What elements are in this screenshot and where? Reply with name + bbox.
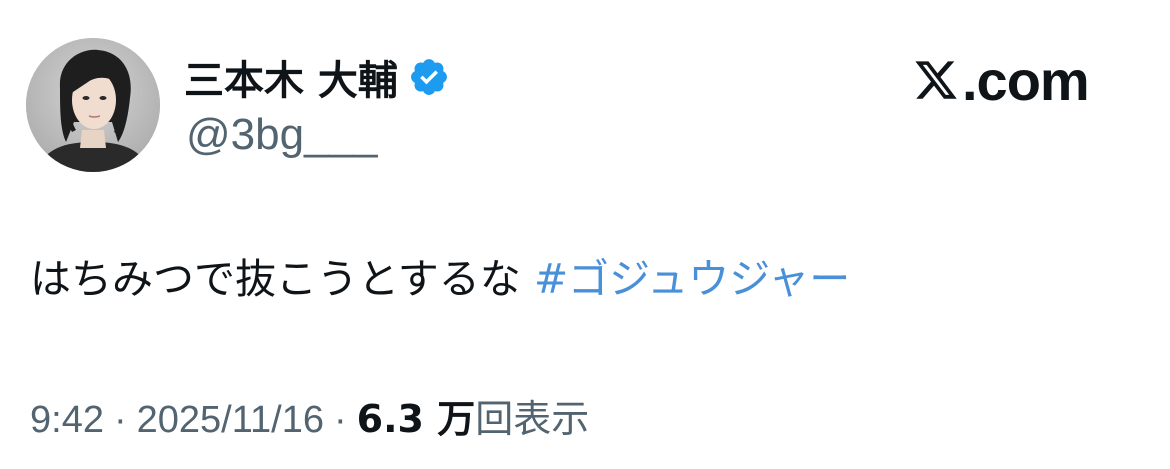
author-name-row[interactable]: 三本木 大輔 <box>184 48 450 106</box>
tweet-meta: 9:42 · 2025/11/16 · 6.3 万 回表示 <box>30 388 589 443</box>
tweet-text: はちみつで抜こうとするな #ゴジュウジャー <box>30 244 850 314</box>
author-display-name[interactable]: 三本木 大輔 <box>184 48 398 106</box>
avatar[interactable] <box>26 38 160 172</box>
tweet-card: 三本木 大輔 @3bg___ .com はちみつで抜こうとするな #ゴジュウジャ… <box>0 0 1170 469</box>
tweet-date[interactable]: 2025/11/16 <box>137 399 324 442</box>
views-label: 回表示 <box>475 397 590 441</box>
x-logo-icon <box>912 57 960 103</box>
verified-badge-icon <box>408 56 450 98</box>
hashtag-link[interactable]: #ゴジュウジャー <box>534 255 850 303</box>
tweet-body: はちみつで抜こうとするな <box>30 255 534 303</box>
meta-separator: · <box>334 399 347 441</box>
profile-photo <box>26 38 160 172</box>
meta-separator: · <box>113 399 127 441</box>
domain-suffix: .com <box>962 48 1090 112</box>
tweet-time[interactable]: 9:42 <box>30 399 104 442</box>
view-count: 6.3 万 <box>356 397 476 441</box>
author-handle[interactable]: @3bg___ <box>186 110 378 160</box>
x-com-logo[interactable]: .com <box>912 48 1090 112</box>
